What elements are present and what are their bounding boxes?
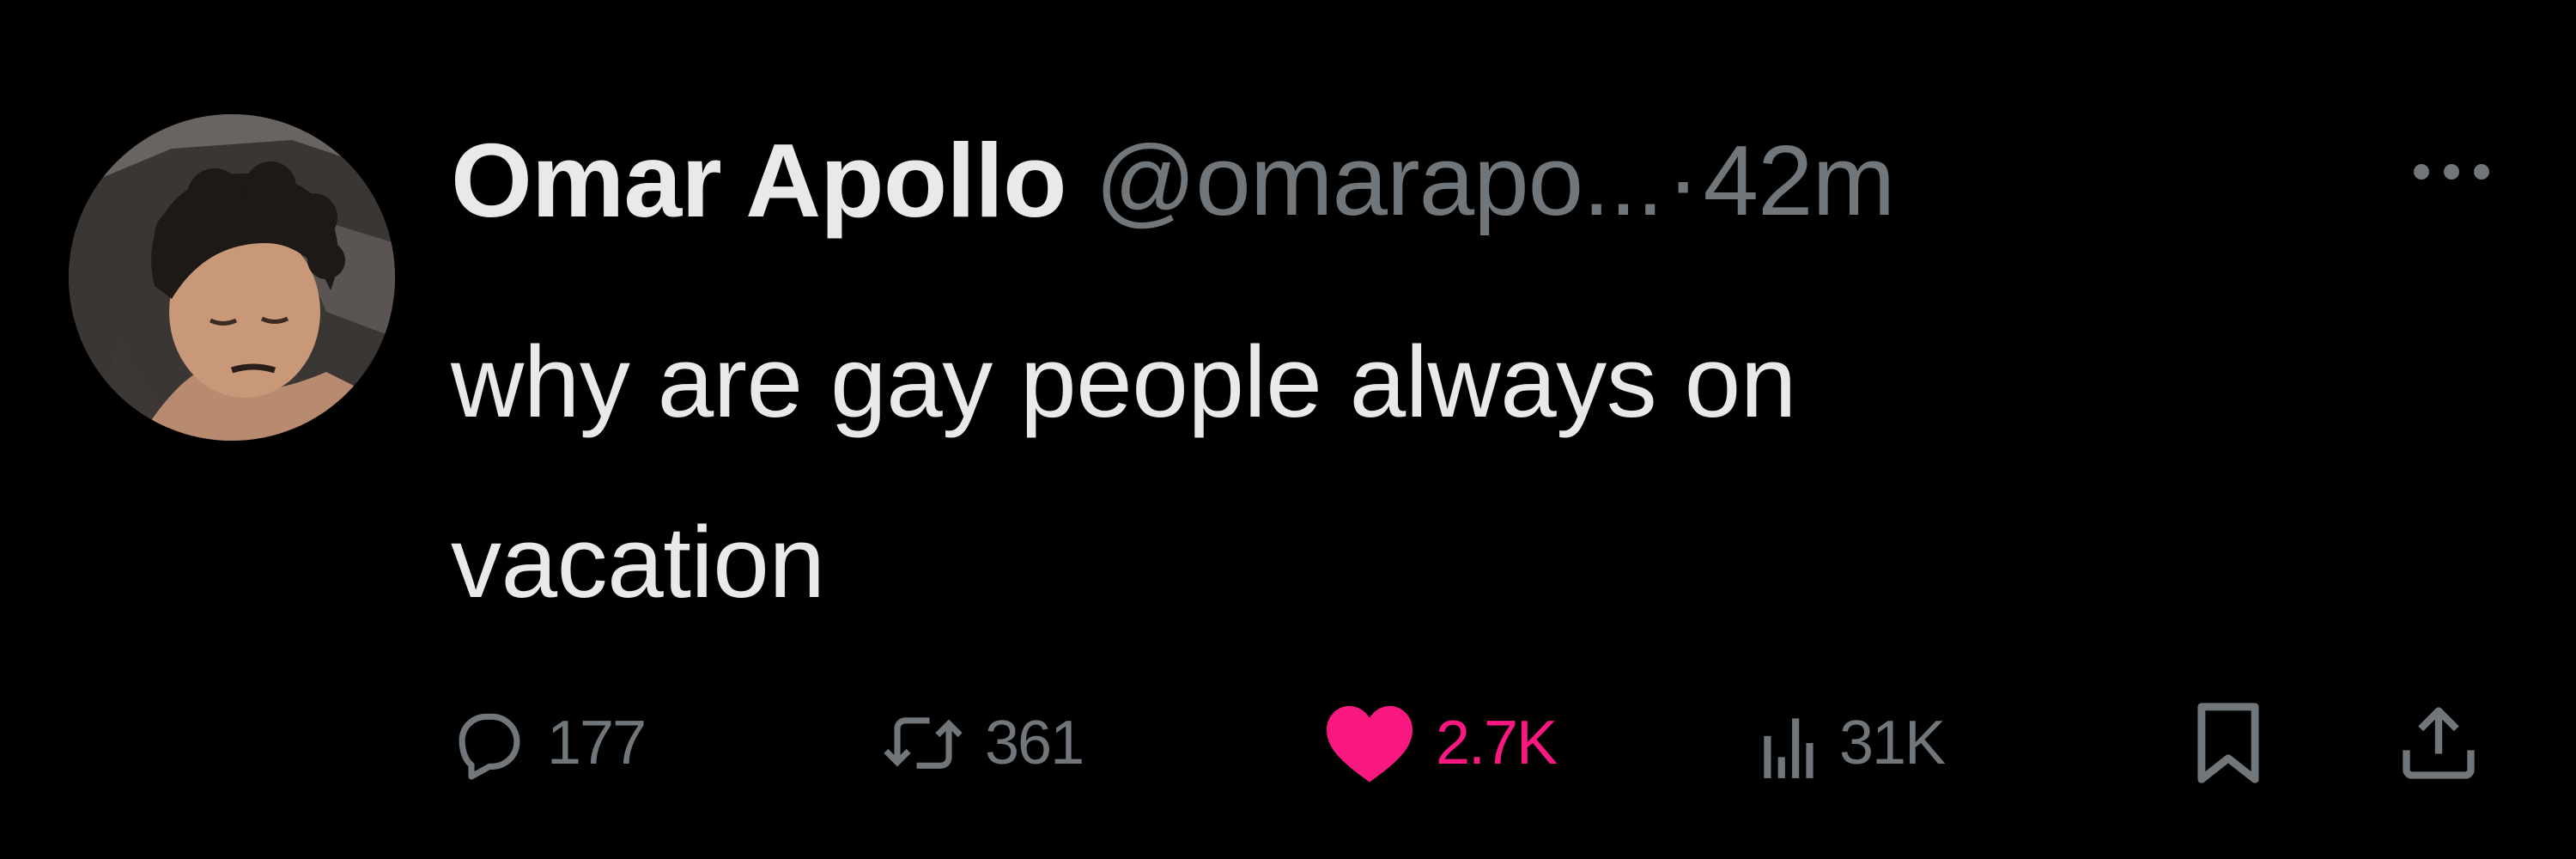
tweet-card[interactable]: Omar Apollo @omarapo... · 42m why are ga…	[0, 0, 2576, 859]
author-handle[interactable]: @omarapo...	[1096, 123, 1664, 238]
author-avatar[interactable]	[69, 114, 395, 441]
tweet-header: Omar Apollo @omarapo... · 42m	[451, 120, 1895, 241]
bookmark-button[interactable]	[2194, 687, 2263, 799]
views-count: 31K	[1839, 709, 1946, 777]
tweet-text: why are gay people always on vacation	[451, 292, 2426, 653]
reply-count: 177	[547, 709, 647, 777]
tweet-action-bar: 177 361 2.7K 31K	[0, 687, 2576, 799]
avatar-image	[69, 114, 395, 441]
views-chart-icon	[1764, 718, 1814, 778]
tweet-text-line: why are gay people always on	[451, 326, 1796, 439]
like-count: 2.7K	[1436, 709, 1558, 777]
views-button[interactable]: 31K	[1760, 687, 1946, 799]
share-button[interactable]	[2396, 687, 2482, 799]
bookmark-icon	[2197, 703, 2259, 783]
author-name[interactable]: Omar Apollo	[451, 120, 1067, 241]
header-separator: ·	[1666, 125, 1700, 236]
repost-count: 361	[985, 709, 1084, 777]
reply-button[interactable]: 177	[451, 687, 647, 799]
tweet-timestamp[interactable]: 42m	[1703, 123, 1895, 238]
tweet-text-line: vacation	[451, 506, 825, 619]
like-button[interactable]: 2.7K	[1322, 687, 1558, 799]
more-dots-icon	[2414, 164, 2489, 180]
repost-icon	[884, 717, 963, 769]
share-icon	[2403, 707, 2475, 779]
more-options-button[interactable]	[2404, 155, 2499, 189]
reply-icon	[459, 713, 520, 780]
heart-icon	[1327, 705, 1413, 783]
repost-button[interactable]: 361	[880, 687, 1084, 799]
